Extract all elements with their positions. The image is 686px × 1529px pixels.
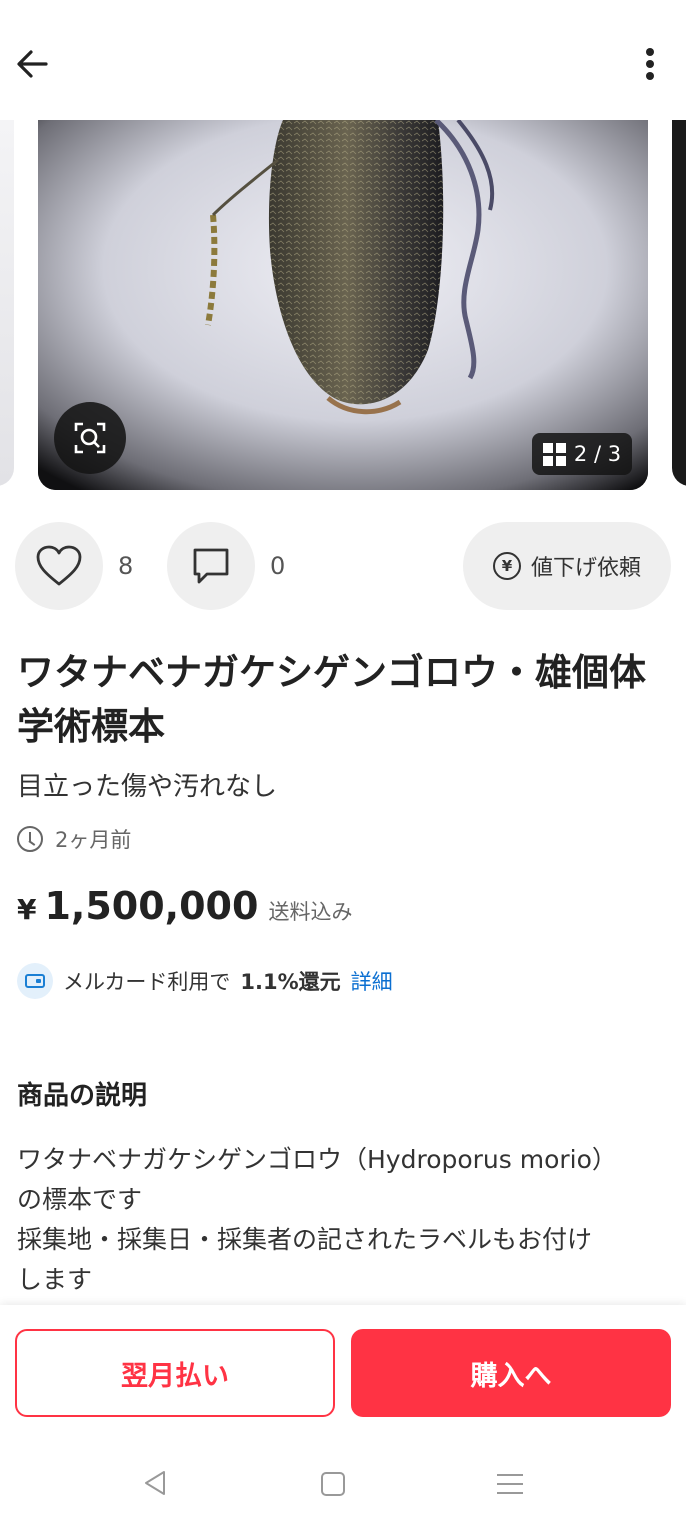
more-options-button[interactable] xyxy=(628,42,672,86)
grid-icon xyxy=(542,442,566,466)
item-title: ワタナベナガケシゲンゴロウ・雄個体 学術標本 xyxy=(17,651,683,748)
comment-icon xyxy=(193,548,229,584)
posted-time-text: 2ヶ月前 xyxy=(55,828,132,852)
price-row: ¥ 1,500,000 送料込み xyxy=(17,884,352,928)
like-count: 8 xyxy=(118,552,134,580)
image-search-icon xyxy=(74,422,106,454)
item-price: 1,500,000 xyxy=(44,884,259,928)
clock-icon xyxy=(17,826,43,852)
description-line: ワタナベナガケシゲンゴロウ（Hydroporus morio） xyxy=(17,1145,617,1174)
description-heading: 商品の説明 xyxy=(17,1081,148,1111)
vertical-dots-icon xyxy=(646,48,654,80)
price-request-label: 値下げ依頼 xyxy=(530,556,641,581)
app-header xyxy=(0,0,686,120)
like-button[interactable] xyxy=(15,522,103,610)
price-request-button[interactable]: ¥ 値下げ依頼 xyxy=(463,522,671,610)
nav-home-icon[interactable] xyxy=(321,1472,345,1496)
image-search-button[interactable] xyxy=(54,402,126,474)
item-condition: 目立った傷や汚れなし xyxy=(17,772,278,802)
promo-detail-link[interactable]: 詳細 xyxy=(351,966,393,996)
system-navigation-bar xyxy=(0,1455,686,1515)
description-line: 採集地・採集日・採集者の記されたラベルもお付け xyxy=(17,1225,593,1254)
description-line: します xyxy=(17,1265,93,1294)
bottom-action-bar: 翌月払い 購入へ xyxy=(0,1305,686,1529)
shipping-note: 送料込み xyxy=(268,900,353,924)
previous-photo-peek[interactable] xyxy=(0,120,14,486)
photo-counter[interactable]: 2 / 3 xyxy=(532,433,632,475)
credit-card-icon xyxy=(17,963,53,999)
comment-button[interactable] xyxy=(167,522,255,610)
nav-back-icon[interactable] xyxy=(142,1469,168,1497)
description-body: ワタナベナガケシゲンゴロウ（Hydroporus morio） の標本です 採集… xyxy=(17,1140,673,1300)
description-line: の標本です xyxy=(17,1185,143,1214)
merpay-card-promo: メルカード利用で 1.1%還元 詳細 xyxy=(17,963,393,999)
yen-circle-icon: ¥ xyxy=(492,552,521,580)
arrow-left-icon xyxy=(17,50,48,78)
heart-icon xyxy=(36,545,82,586)
action-row: 8 0 ¥ 値下げ依頼 xyxy=(0,522,686,610)
currency-symbol: ¥ xyxy=(17,893,37,926)
photo-counter-text: 2 / 3 xyxy=(573,442,622,466)
promo-rate: 1.1%還元 xyxy=(240,970,341,994)
comment-count: 0 xyxy=(270,552,286,580)
next-photo-peek[interactable] xyxy=(672,120,686,486)
posted-time: 2ヶ月前 xyxy=(17,824,131,854)
back-button[interactable] xyxy=(10,42,54,86)
buy-button[interactable]: 購入へ xyxy=(351,1329,671,1417)
nav-recents-icon[interactable] xyxy=(497,1474,523,1501)
pay-next-month-button[interactable]: 翌月払い xyxy=(15,1329,335,1417)
promo-text: メルカード利用で xyxy=(63,970,231,994)
item-detail-page: 2 / 3 8 0 ¥ 値下げ依頼 ワタナベナガケシゲンゴロウ・雄個体 学術標本… xyxy=(0,0,686,1529)
